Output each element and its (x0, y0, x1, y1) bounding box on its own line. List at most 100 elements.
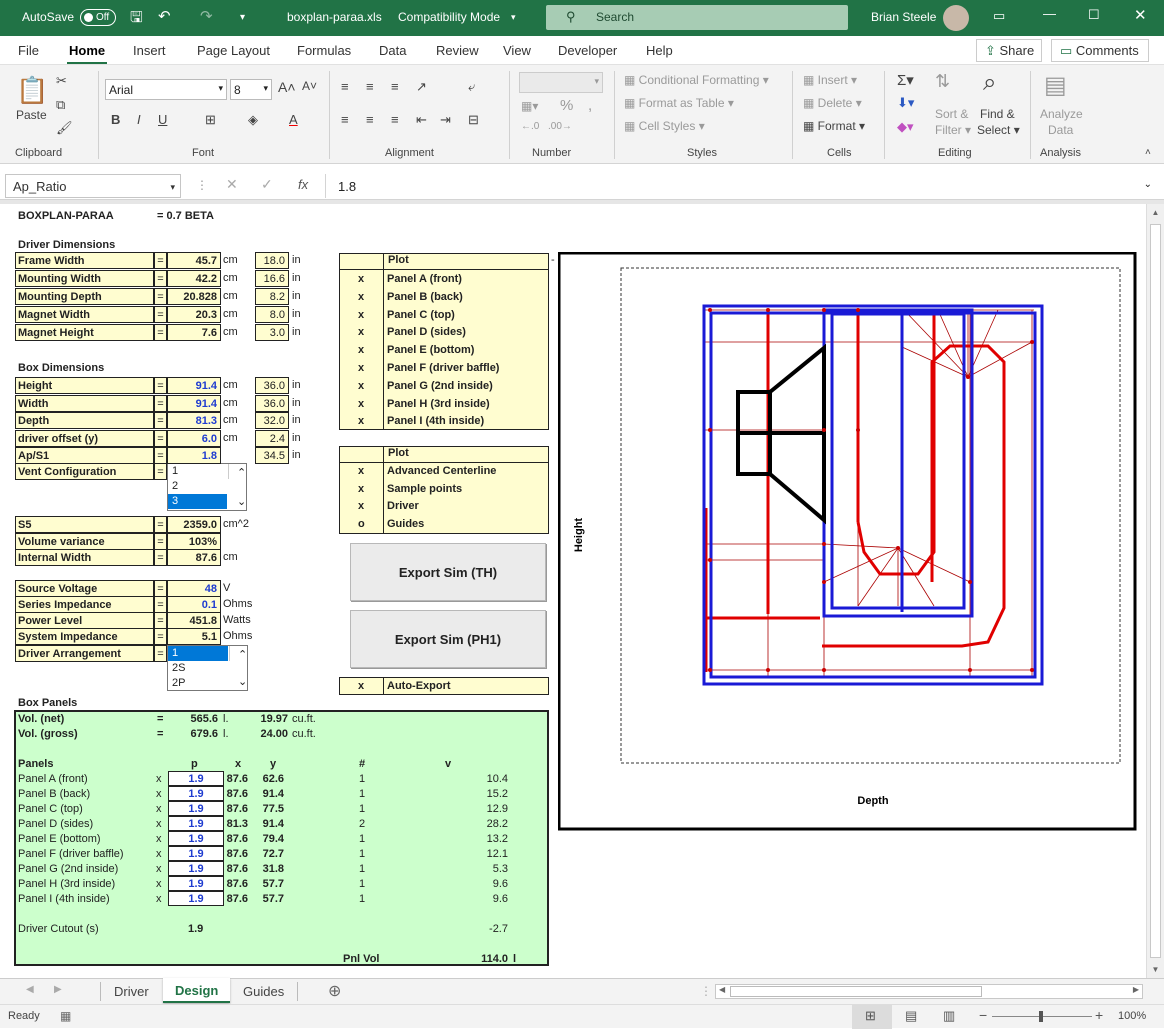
chevron-up-icon[interactable]: ⌃ (234, 648, 247, 663)
plot-panel-mark[interactable]: x (358, 289, 364, 306)
chevron-up-icon[interactable]: ⌃ (233, 466, 246, 481)
scroll-left-icon[interactable]: ◀ (719, 985, 725, 994)
redo-icon[interactable]: ↷ (200, 7, 213, 25)
arrangement-option[interactable]: 2S (168, 661, 247, 676)
save-icon[interactable]: 🖫 (130, 7, 143, 32)
filter-button[interactable]: Filter ▾ (935, 123, 971, 137)
panel-p[interactable]: 1.9 (168, 831, 224, 846)
decrease-indent-icon[interactable]: ⇤ (416, 112, 427, 128)
panel-p[interactable]: 1.9 (168, 801, 224, 816)
plot-panel-mark[interactable]: x (358, 396, 364, 413)
italic-icon[interactable]: I (137, 112, 141, 127)
fill-icon[interactable]: ⬇▾ (897, 95, 914, 111)
sort-filter-button[interactable]: Sort & (935, 107, 968, 121)
copy-icon[interactable]: ⧉ (56, 97, 65, 113)
chevron-down-icon[interactable]: ▾ (511, 12, 516, 23)
worksheet[interactable]: BOXPLAN-PARAA = 0.7 BETA Driver Dimensio… (0, 204, 1146, 978)
tab-developer[interactable]: Developer (558, 43, 617, 58)
find-select-icon[interactable]: ⌕ (983, 69, 996, 97)
increase-indent-icon[interactable]: ⇥ (440, 112, 451, 128)
paste-button[interactable]: Paste (16, 108, 47, 122)
dim-value[interactable]: 20.3 (167, 306, 221, 323)
plot-option-mark[interactable]: x (358, 463, 364, 480)
comments-button[interactable]: ▭ Comments (1051, 39, 1149, 62)
scroll-thumb[interactable] (1150, 224, 1161, 958)
tab-formulas[interactable]: Formulas (297, 43, 351, 58)
tab-page-layout[interactable]: Page Layout (197, 43, 270, 58)
plot-option-mark[interactable]: o (358, 516, 365, 533)
sheet-tab-driver[interactable]: Driver (114, 984, 149, 999)
underline-icon[interactable]: U (158, 112, 167, 127)
chevron-down-icon[interactable]: ⌄ (234, 675, 247, 690)
dim-value[interactable]: 20.828 (167, 288, 221, 305)
panel-p[interactable]: 1.9 (168, 786, 224, 801)
hscroll-thumb[interactable] (730, 986, 982, 997)
tab-data[interactable]: Data (379, 43, 406, 58)
panel-p[interactable]: 1.9 (168, 816, 224, 831)
avatar[interactable] (943, 5, 969, 31)
format-as-table-button[interactable]: ▦ Format as Table ▾ (624, 96, 734, 110)
auto-export-mark[interactable]: x (358, 678, 364, 695)
export-sim-ph1-button[interactable]: Export Sim (PH1) (350, 610, 546, 668)
sheet-tab-design[interactable]: Design (163, 978, 230, 1003)
analyze-data-icon[interactable]: ▤ (1044, 71, 1067, 100)
tab-help[interactable]: Help (646, 43, 673, 58)
scroll-down-icon[interactable]: ▼ (1147, 965, 1164, 974)
cut-icon[interactable]: ✂ (56, 73, 67, 89)
tab-file[interactable]: File (18, 43, 39, 58)
page-layout-view-icon[interactable]: ▤ (905, 1008, 917, 1024)
merge-center-icon[interactable]: ⊟ (468, 112, 479, 128)
font-name-select[interactable]: Arial ▾ (105, 79, 227, 100)
orientation-icon[interactable]: ↗ (416, 79, 427, 95)
dim-value[interactable]: 7.6 (167, 324, 221, 341)
dim-value[interactable]: 42.2 (167, 270, 221, 287)
formula-input[interactable]: 1.8 ⌄ (325, 174, 1160, 198)
sheet-tab-guides[interactable]: Guides (243, 984, 284, 999)
align-center-icon[interactable]: ≡ (366, 112, 374, 127)
next-sheet-icon[interactable]: ▶ (54, 984, 62, 995)
page-break-view-icon[interactable]: ▥ (943, 1008, 955, 1024)
fill-color-icon[interactable]: ◈ (248, 112, 258, 128)
align-middle-icon[interactable]: ≡ (366, 79, 374, 94)
sort-filter-icon[interactable]: ⇅ (935, 71, 950, 92)
scroll-up-icon[interactable]: ▲ (1147, 208, 1164, 217)
undo-icon[interactable]: ↶ (158, 7, 171, 25)
panel-p[interactable]: 1.9 (168, 861, 224, 876)
percent-icon[interactable]: % (560, 97, 573, 114)
zoom-in-icon[interactable]: + (1095, 1007, 1103, 1023)
increase-font-icon[interactable]: A˄ (278, 79, 296, 95)
customize-qat-icon[interactable]: ▾ (240, 12, 245, 23)
dim-value[interactable]: 6.0 (167, 429, 221, 447)
dim-value[interactable]: 45.7 (167, 252, 221, 269)
scroll-right-icon[interactable]: ▶ (1133, 985, 1139, 994)
chevron-down-icon[interactable]: ⌄ (233, 495, 246, 510)
panel-p[interactable]: 1.9 (168, 891, 224, 906)
listbox-scrollbar[interactable]: ⌃ ⌄ (229, 646, 247, 688)
zoom-out-icon[interactable]: − (979, 1007, 987, 1023)
tab-review[interactable]: Review (436, 43, 479, 58)
dim-value[interactable]: 91.4 (167, 377, 221, 394)
search-box[interactable]: ⚲ Search (546, 5, 848, 30)
horizontal-scrollbar[interactable]: ◀ ▶ (715, 984, 1143, 999)
collapse-ribbon-icon[interactable]: ˄ (1145, 147, 1151, 158)
delete-cells-button[interactable]: ▦ Delete ▾ (803, 96, 862, 110)
vent-config-listbox[interactable]: 1 2 3 ⌃ ⌄ (167, 463, 247, 511)
panel-p[interactable]: 1.9 (168, 846, 224, 861)
panel-p[interactable]: 1.9 (168, 876, 224, 891)
font-size-select[interactable]: 8 ▾ (230, 79, 272, 100)
arrangement-option-selected[interactable]: 1 (168, 646, 228, 661)
cancel-icon[interactable]: ✕ (226, 176, 238, 193)
autosum-icon[interactable]: Σ▾ (897, 71, 914, 89)
increase-decimal-icon[interactable]: ←.0 (521, 121, 539, 132)
align-bottom-icon[interactable]: ≡ (391, 79, 399, 94)
cell-styles-button[interactable]: ▦ Cell Styles ▾ (624, 119, 705, 133)
driver-arrangement-listbox[interactable]: 1 2S 2P ⌃ ⌄ (167, 645, 248, 691)
decrease-decimal-icon[interactable]: .00→ (548, 121, 572, 132)
tab-view[interactable]: View (503, 43, 531, 58)
vent-option-selected[interactable]: 3 (168, 494, 227, 509)
analyze-data-button[interactable]: Analyze (1040, 107, 1083, 121)
format-painter-icon[interactable]: 🖌 (56, 120, 73, 136)
panel-p[interactable]: 1.9 (168, 771, 224, 786)
dim-value[interactable]: 91.4 (167, 394, 221, 412)
normal-view-button[interactable]: ⊞ (852, 1005, 892, 1029)
